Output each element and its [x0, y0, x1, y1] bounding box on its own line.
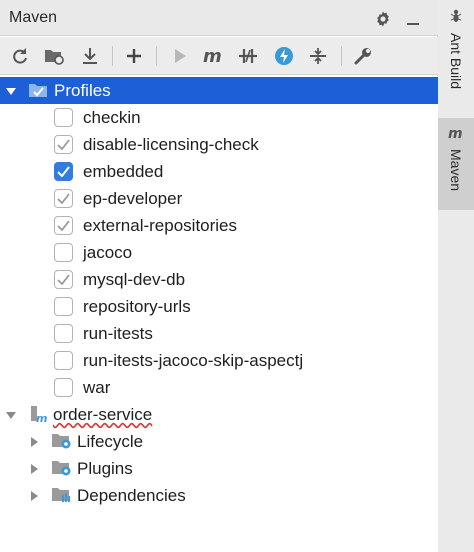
profile-label: war [83, 377, 111, 397]
svg-text:m: m [203, 47, 222, 65]
profile-label: embedded [83, 161, 164, 181]
tree-node-profiles[interactable]: Profiles [0, 77, 438, 104]
settings-wrench-icon[interactable] [351, 44, 375, 68]
tab-maven[interactable]: m Maven [438, 118, 474, 210]
profile-item[interactable]: war [0, 374, 438, 401]
checkbox-implicit[interactable] [54, 189, 73, 208]
add-icon[interactable] [122, 44, 146, 68]
tree-node-project[interactable]: m order-service [0, 401, 438, 428]
profile-item[interactable]: run-itests [0, 320, 438, 347]
profile-item[interactable]: ep-developer [0, 185, 438, 212]
plugins-folder-icon [51, 459, 73, 482]
minimize-icon[interactable] [402, 8, 424, 30]
checkbox-unchecked[interactable] [54, 108, 73, 127]
profile-label: ep-developer [83, 188, 183, 208]
maven-project-icon: m [30, 405, 48, 428]
toggle-offline-icon[interactable] [236, 44, 260, 68]
expand-arrow-icon[interactable] [4, 408, 18, 422]
dependencies-folder-icon [51, 486, 73, 509]
profile-label: jacoco [83, 242, 133, 262]
profile-item[interactable]: mysql-dev-db [0, 266, 438, 293]
profile-label: external-repositories [83, 215, 238, 235]
run-icon[interactable] [168, 44, 192, 68]
tree-node-plugins[interactable]: Plugins [0, 455, 438, 482]
collapsed-arrow-icon[interactable] [27, 435, 41, 449]
lifecycle-folder-icon [51, 432, 73, 455]
maven-tab-label: Maven [448, 149, 464, 192]
gear-icon[interactable] [372, 8, 394, 30]
profile-label: mysql-dev-db [83, 269, 186, 289]
profile-item[interactable]: jacoco [0, 239, 438, 266]
plugins-label: Plugins [77, 458, 133, 478]
profile-item[interactable]: checkin [0, 104, 438, 131]
ant-build-label: Ant Build [448, 33, 464, 90]
tree-node-lifecycle[interactable]: Lifecycle [0, 428, 438, 455]
collapsed-arrow-icon[interactable] [27, 489, 41, 503]
maven-toolbar: m [0, 37, 438, 75]
collapse-all-icon[interactable] [306, 44, 330, 68]
expand-arrow-icon[interactable] [4, 84, 18, 98]
checkbox-implicit[interactable] [54, 216, 73, 235]
toolbar-separator [341, 46, 342, 66]
tree-node-dependencies[interactable]: Dependencies [0, 482, 438, 509]
profile-label: run-itests-jacoco-skip-aspectj [83, 350, 304, 370]
dependencies-label: Dependencies [77, 485, 186, 505]
checkbox-unchecked[interactable] [54, 324, 73, 343]
generate-sources-icon[interactable] [42, 44, 66, 68]
maven-m-icon: m [447, 126, 465, 145]
toolbar-separator [112, 46, 113, 66]
checkbox-unchecked[interactable] [54, 351, 73, 370]
download-icon[interactable] [78, 44, 102, 68]
checkbox-checked[interactable] [54, 162, 73, 181]
profile-label: run-itests [83, 323, 153, 343]
right-tool-strip: Ant Build m Maven [438, 0, 474, 552]
reload-icon[interactable] [8, 44, 32, 68]
profile-label: repository-urls [83, 296, 191, 316]
project-label: order-service [53, 404, 153, 424]
profile-item[interactable]: repository-urls [0, 293, 438, 320]
svg-text:m: m [36, 412, 47, 423]
maven-tool-window: Maven m Profiles checkin disable-licensi… [0, 0, 438, 552]
execute-goal-icon[interactable]: m [201, 44, 225, 68]
maven-tree: Profiles checkin disable-licensing-check… [0, 76, 438, 552]
toggle-skip-tests-icon[interactable] [272, 44, 296, 68]
svg-text:m: m [448, 126, 463, 140]
checkbox-implicit[interactable] [54, 270, 73, 289]
toolbar-separator [156, 46, 157, 66]
profile-label: checkin [83, 107, 141, 127]
panel-title: Maven [9, 9, 58, 26]
collapsed-arrow-icon[interactable] [27, 462, 41, 476]
profiles-label: Profiles [54, 80, 111, 100]
profile-item[interactable]: disable-licensing-check [0, 131, 438, 158]
lifecycle-label: Lifecycle [77, 431, 144, 451]
profile-item[interactable]: embedded [0, 158, 438, 185]
profiles-folder-icon [28, 81, 48, 104]
tool-window-header: Maven [0, 0, 438, 36]
checkbox-unchecked[interactable] [54, 378, 73, 397]
checkbox-implicit[interactable] [54, 135, 73, 154]
profile-item[interactable]: external-repositories [0, 212, 438, 239]
checkbox-unchecked[interactable] [54, 297, 73, 316]
profile-item[interactable]: run-itests-jacoco-skip-aspectj [0, 347, 438, 374]
checkbox-unchecked[interactable] [54, 243, 73, 262]
ant-icon [448, 8, 464, 29]
profile-label: disable-licensing-check [83, 134, 259, 154]
tab-ant-build[interactable]: Ant Build [438, 8, 474, 112]
